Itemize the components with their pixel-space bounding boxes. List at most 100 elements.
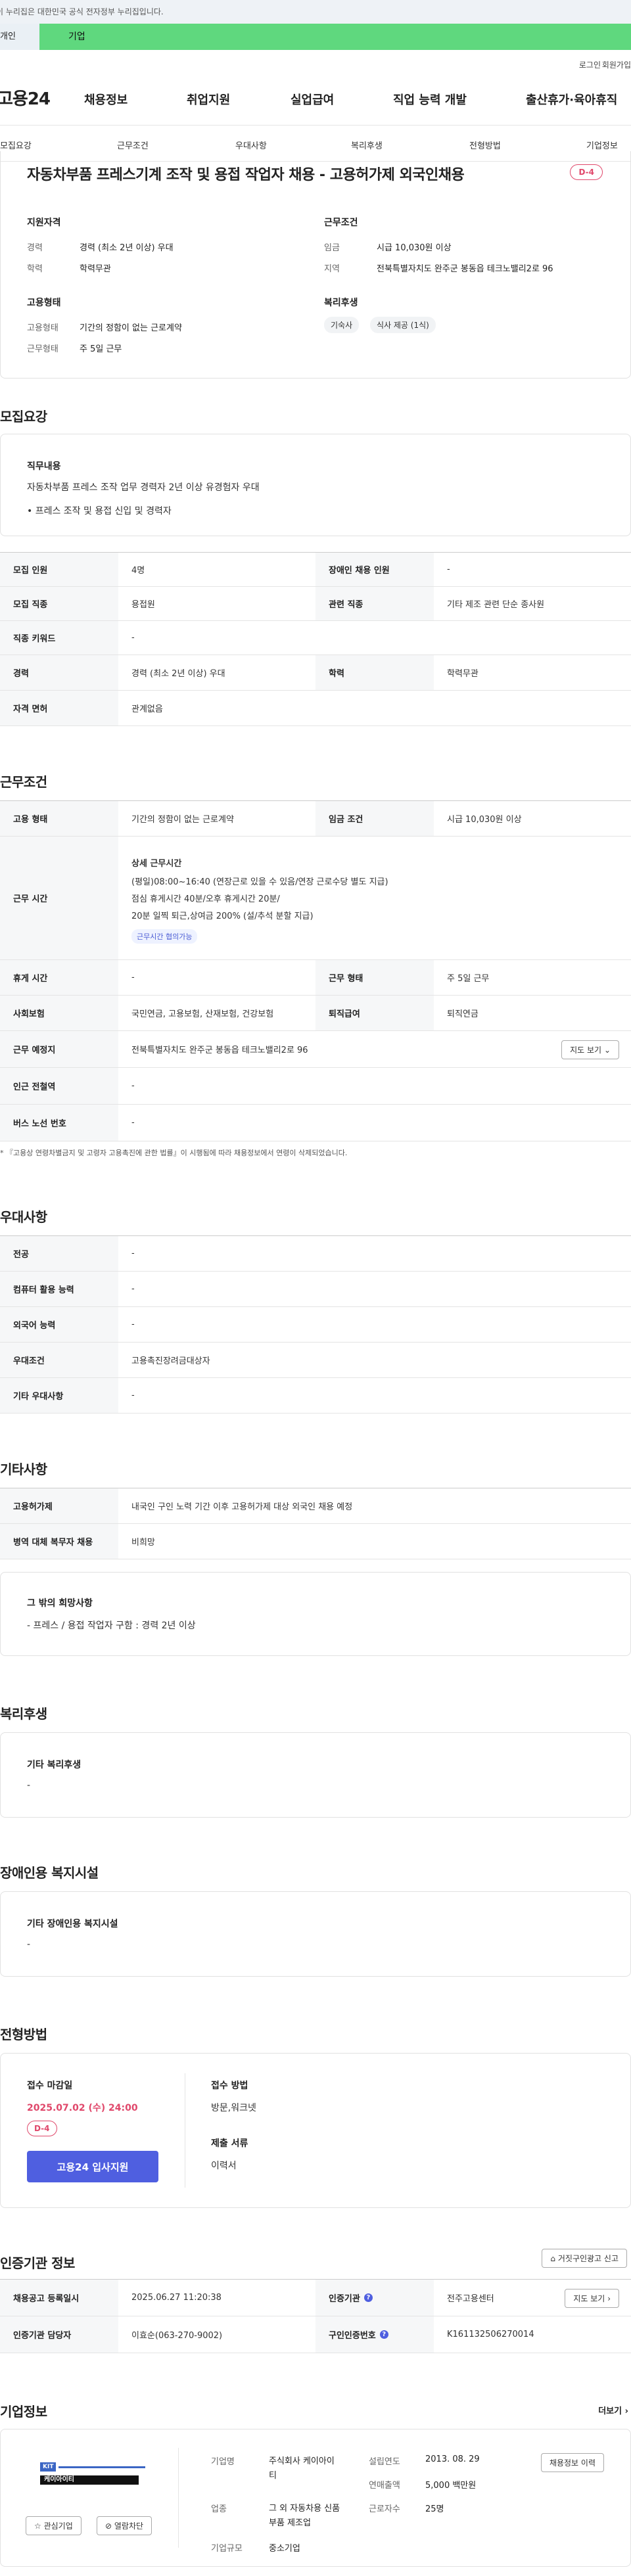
td-cell: 비희망: [131, 1538, 155, 1548]
disability-box-value: -: [27, 1939, 31, 1950]
tab-company[interactable]: 기업정보: [586, 139, 618, 151]
td-cell: -: [131, 1320, 135, 1329]
method-label: 접수 방법: [211, 2081, 248, 2091]
table-row: 전공 -: [0, 1236, 631, 1272]
deadline-value: 2025.07.02 (수) 24:00: [27, 2103, 138, 2113]
td-cell: 관계없음: [131, 704, 163, 714]
more-label: 더보기: [598, 2406, 622, 2416]
company-size-value: 중소기업: [269, 2544, 300, 2554]
hours-title: 상세 근무시간: [131, 859, 182, 869]
td-cell: K161132506270014: [447, 2330, 534, 2339]
th-cell: 학력: [316, 655, 434, 690]
tab-welfare[interactable]: 복리후생: [351, 139, 383, 151]
tab-selection[interactable]: 전형방법: [469, 139, 501, 151]
user-type-switch: 개인 기업: [0, 24, 631, 50]
table-row: 근무 시간 상세 근무시간 (평일)08:00~16:40 (연장근로 있을 수…: [0, 837, 631, 960]
table-row: 병역 대체 복무자 채용 비희망: [0, 1524, 631, 1559]
td-cell: 경력 (최소 2년 이상) 우대: [131, 669, 225, 679]
report-fake-ad-button[interactable]: ⌂ 거짓구인광고 신고: [542, 2249, 627, 2268]
th-cell: 임금 조건: [316, 801, 434, 836]
favorite-company-button[interactable]: ☆ 관심기업: [26, 2516, 82, 2535]
disability-box-heading: 기타 장애인용 복지시설: [27, 1919, 118, 1929]
founded-label: 설립연도: [369, 2457, 400, 2467]
td-cell: 고용촉진장려금대상자: [131, 1356, 210, 1366]
td-cell: -: [131, 1081, 135, 1091]
method-value: 방문,워크넷: [211, 2103, 256, 2113]
block-label: 열람차단: [114, 2521, 144, 2531]
chevron-right-icon: ›: [607, 2294, 611, 2303]
th-cell: 버스 노선 번호: [0, 1105, 118, 1141]
section-title-company: 기업정보: [0, 2404, 47, 2420]
cert-map-button[interactable]: 지도 보기 ›: [565, 2289, 619, 2308]
emp-type-value: 기간의 정함이 없는 근로계약: [80, 323, 182, 333]
tab-preferences[interactable]: 우대사항: [235, 139, 267, 151]
th-cell: 사회보험: [0, 996, 118, 1030]
conditions-table: 고용 형태 기간의 정함이 없는 근로계약 임금 조건 시급 10,030원 이…: [0, 800, 631, 1141]
block-view-button[interactable]: ⊘ 열람차단: [97, 2516, 152, 2535]
tab-recruit[interactable]: 모집요강: [0, 139, 32, 151]
cert-table: 채용공고 등록일시 2025.06.27 11:20:38 인증기관? 전주고용…: [0, 2279, 631, 2353]
table-row: 기타 우대사항 -: [0, 1378, 631, 1414]
welfare-box: 기타 복리후생 -: [0, 1732, 631, 1818]
docs-label: 제출 서류: [211, 2138, 248, 2149]
loc-label: 지역: [324, 264, 340, 274]
th-cell: 기타 우대사항: [0, 1378, 118, 1413]
join-link[interactable]: 회원가입: [602, 59, 631, 70]
site-logo[interactable]: 고용24: [0, 85, 51, 110]
table-row: 고용허가제 내국인 구인 노력 기간 이후 고용허가제 대상 외국인 채용 예정: [0, 1488, 631, 1524]
td-cell: 국민연금, 고용보험, 산재보험, 건강보험: [131, 1009, 274, 1019]
welfare-tag: 기숙사: [324, 317, 360, 333]
table-row: 직종 키워드 -: [0, 621, 631, 655]
gov-banner: 이 누리집은 대한민국 공식 전자정부 누리집입니다.: [0, 0, 631, 24]
section-title-preferences: 우대사항: [0, 1209, 47, 1225]
info-icon[interactable]: ?: [379, 2330, 388, 2339]
section-title-disability: 장애인용 복지시설: [0, 1865, 99, 1881]
star-icon: ☆: [34, 2521, 41, 2531]
th-cell: 인근 전철역: [0, 1068, 118, 1104]
th-cell: 장애인 채용 인원: [316, 553, 434, 586]
th-cell: 휴게 시간: [0, 960, 118, 995]
map-button-label: 지도 보기: [573, 2294, 605, 2303]
dday-badge: D-4: [570, 164, 603, 180]
nav-item-leave[interactable]: 출산휴가·육아휴직: [526, 91, 617, 108]
company-box: KIT 케이아이티 ☆ 관심기업 ⊘ 열람차단 기업명 주식회사 케이아이티 업…: [0, 2429, 631, 2567]
deadline-label: 접수 마감일: [27, 2081, 73, 2091]
nav-item-employment-support[interactable]: 취업지원: [187, 91, 230, 108]
nav-item-unemployment[interactable]: 실업급여: [291, 91, 334, 108]
nav-item-training[interactable]: 직업 능력 개발: [393, 91, 467, 108]
th-cell: 구인인증번호?: [316, 2316, 434, 2353]
chevron-right-icon: ›: [624, 2406, 628, 2416]
td-cell: -: [131, 1284, 135, 1294]
nav-item-jobs[interactable]: 채용정보: [84, 91, 128, 108]
divider: [178, 2448, 179, 2548]
map-button[interactable]: 지도 보기 ⌄: [561, 1040, 619, 1059]
td-cell: -: [131, 633, 135, 643]
th-cell: 관련 직종: [316, 587, 434, 620]
company-size-label: 기업규모: [211, 2544, 243, 2554]
th-cell: 고용 형태: [0, 801, 118, 836]
td-cell: 전북특별자치도 완주군 봉동읍 테크노밸리2로 96: [131, 1046, 308, 1055]
td-cell: 4명: [131, 566, 145, 576]
company-more-link[interactable]: 더보기 ›: [598, 2404, 628, 2416]
wish-box: 그 밖의 희망사항 - 프레스 / 용접 작업자 구함 : 경력 2년 이상: [0, 1572, 631, 1656]
tab-conditions[interactable]: 근무조건: [117, 139, 149, 151]
th-cell: 인증기관 담당자: [0, 2316, 118, 2353]
hours-line: (평일)08:00~16:40 (연장근로 있을 수 있음/연장 근로수당 별도…: [131, 877, 388, 887]
info-icon[interactable]: ?: [363, 2293, 373, 2302]
table-row: 고용 형태 기간의 정함이 없는 근로계약 임금 조건 시급 10,030원 이…: [0, 801, 631, 837]
td-cell: 2025.06.27 11:20:38: [131, 2293, 222, 2303]
th-cell: 자격 면허: [0, 691, 118, 725]
personal-tab[interactable]: 개인: [0, 24, 39, 50]
td-cell: 내국인 구인 노력 기간 이후 고용허가제 대상 외국인 채용 예정: [131, 1502, 353, 1512]
td-cell: -: [131, 1391, 135, 1400]
job-history-button[interactable]: 채용정보 이력: [540, 2453, 604, 2472]
login-link[interactable]: 로그인: [579, 59, 601, 70]
disability-box: 기타 장애인용 복지시설 -: [0, 1891, 631, 1977]
edu-label: 학력: [27, 264, 43, 274]
hours-line: 점심 휴게시간 40분/오후 휴게시간 20분/: [131, 894, 280, 904]
apply-button[interactable]: 고용24 입사지원: [27, 2151, 158, 2182]
td-cell: 이효순(063-270-9002): [131, 2331, 223, 2341]
th-cell: 직종 키워드: [0, 621, 118, 655]
table-row: 모집 직종 용접원 관련 직종 기타 제조 관련 단순 종사원: [0, 587, 631, 621]
company-tab[interactable]: 기업: [39, 24, 631, 50]
